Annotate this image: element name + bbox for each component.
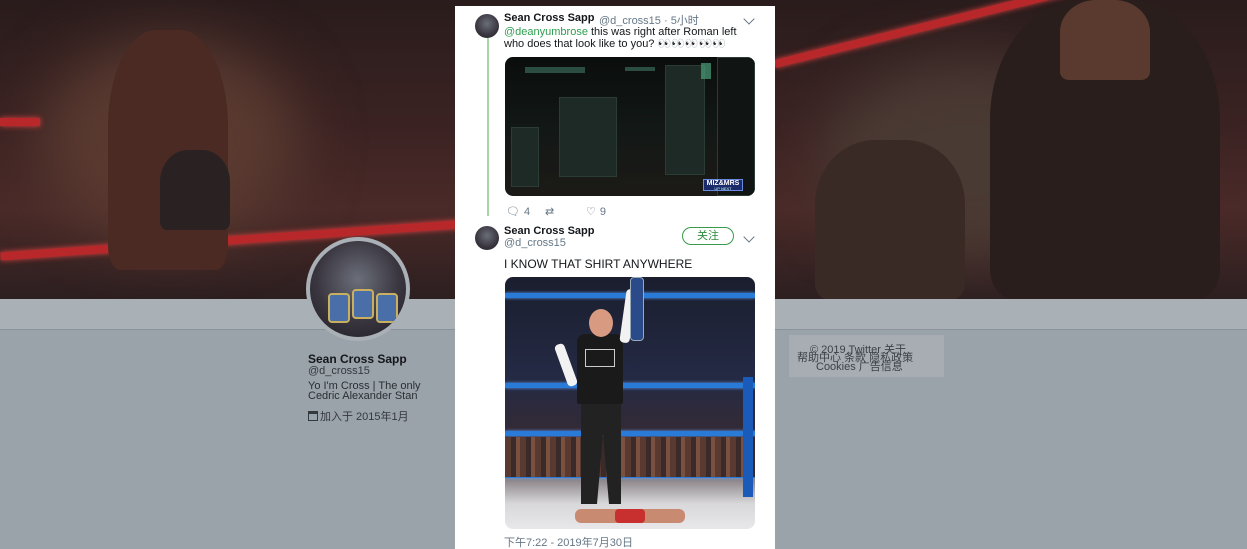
like-count: 9 [599, 205, 606, 218]
profile-avatar[interactable] [306, 237, 410, 341]
tweet-video[interactable]: MIZ&MRS UP NEXT [505, 57, 755, 196]
video-logo: MIZ&MRS UP NEXT [703, 179, 743, 191]
reply-count: 4 [523, 205, 531, 218]
reply-action[interactable]: 🗨 4 [506, 205, 531, 219]
follow-button[interactable]: 关注 [682, 227, 734, 245]
profile-handle[interactable]: @d_cross15 [308, 365, 370, 377]
profile-joined-date: 加入于 2015年1月 [308, 408, 409, 424]
retweet-icon: ⇄ [545, 206, 555, 218]
tweet-avatar[interactable] [475, 226, 499, 250]
tweet-timestamp[interactable]: 下午7:22 - 2019年7月30日 [504, 534, 633, 549]
tweet-handle[interactable]: @d_cross15 [504, 237, 566, 249]
profile-name[interactable]: Sean Cross Sapp [308, 352, 407, 366]
retweet-action[interactable]: ⇄ [545, 205, 558, 218]
heart-icon: ♡ [586, 206, 596, 218]
footer-line-3[interactable]: Cookies 广告信息 [816, 358, 903, 374]
reply-icon: 🗨 [506, 206, 520, 218]
mention-link[interactable]: @deanyumbrose [504, 26, 588, 38]
tweet-avatar[interactable] [475, 14, 499, 38]
thread-connector [487, 38, 489, 216]
tweet-author-name[interactable]: Sean Cross Sapp [504, 225, 594, 237]
video-logo-subtext: UP NEXT [714, 186, 732, 191]
calendar-icon [308, 411, 318, 421]
tweet-author-name[interactable]: Sean Cross Sapp [504, 12, 594, 24]
joined-text: 加入于 2015年1月 [320, 411, 409, 423]
like-action[interactable]: ♡ 9 [586, 205, 606, 219]
tweet-text: @deanyumbrose this was right after Roman… [504, 26, 754, 50]
tweet-text: I KNOW THAT SHIRT ANYWHERE [504, 257, 693, 271]
tweet-photo[interactable] [505, 277, 755, 529]
profile-bio: Yo I'm Cross | The only Cedric Alexander… [308, 380, 421, 402]
